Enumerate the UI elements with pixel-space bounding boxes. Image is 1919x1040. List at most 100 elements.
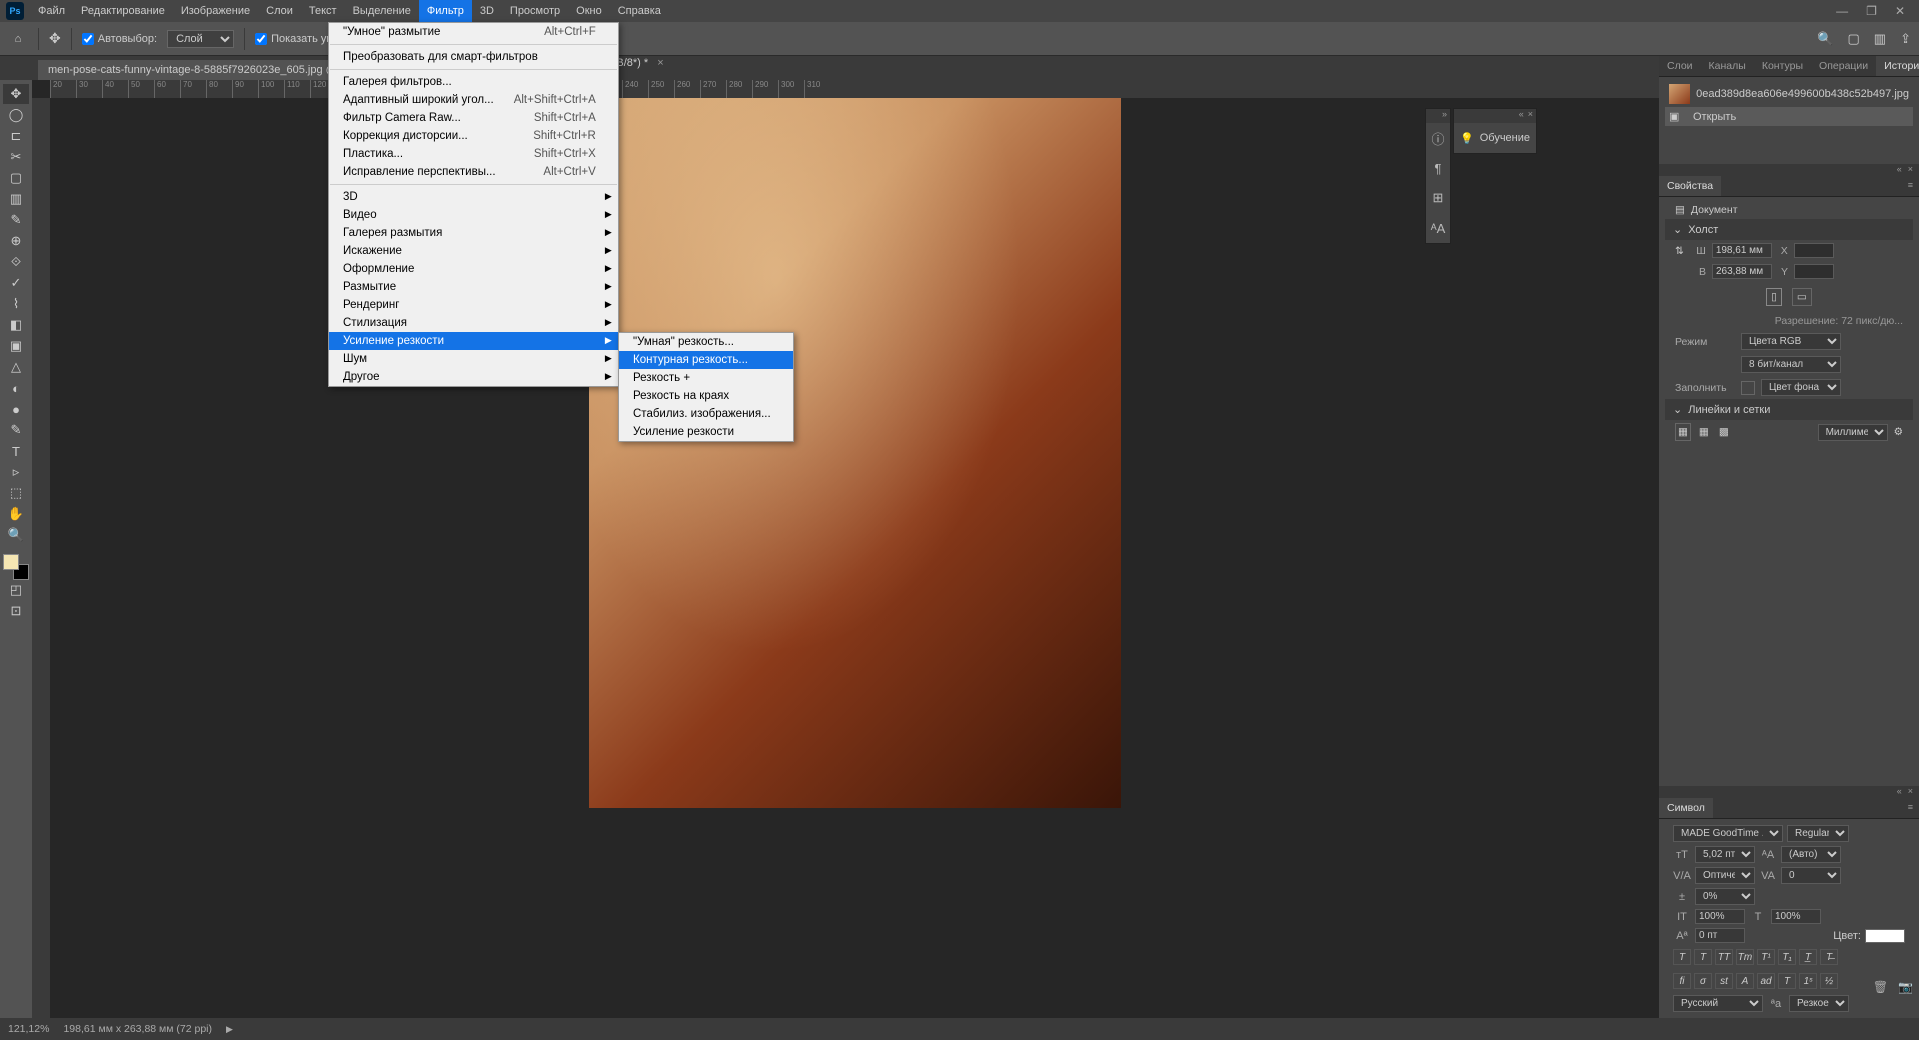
close-icon[interactable]: × (1908, 786, 1913, 798)
depth-select[interactable]: 8 бит/канал (1741, 356, 1841, 373)
menu-item[interactable]: Пластика...Shift+Ctrl+X (329, 145, 618, 163)
guides-section[interactable]: ⌄Линейки и сетки (1665, 399, 1913, 420)
autoselect-checkbox[interactable]: Автовыбор: (82, 33, 157, 45)
font-family[interactable]: MADE GoodTime ... (1673, 825, 1783, 842)
units-select[interactable]: Миллиме... (1818, 424, 1888, 441)
history-source[interactable]: 0ead389d8ea606e499600b438c52b497.jpg (1665, 81, 1913, 107)
menu-item[interactable]: Видео▶ (329, 206, 618, 224)
menu-файл[interactable]: Файл (30, 0, 73, 22)
tool-19[interactable]: ⬚ (3, 483, 29, 503)
submenu-item[interactable]: Стабилиз. изображения... (619, 405, 793, 423)
menu-item[interactable]: Преобразовать для смарт-фильтров (329, 48, 618, 66)
caps-btn[interactable]: TT (1715, 949, 1733, 965)
tool-1[interactable]: ◯ (3, 105, 29, 125)
menu-item[interactable]: "Умное" размытиеAlt+Ctrl+F (329, 23, 618, 41)
menu-item[interactable]: Коррекция дисторсии...Shift+Ctrl+R (329, 127, 618, 145)
panel-tab-История[interactable]: История (1876, 56, 1919, 76)
tool-13[interactable]: △ (3, 357, 29, 377)
zoom-level[interactable]: 121,12% (8, 1023, 49, 1035)
menu-item[interactable]: Размытие▶ (329, 278, 618, 296)
lang-select[interactable]: Русский (1673, 995, 1763, 1012)
menu-item[interactable]: 3D▶ (329, 188, 618, 206)
width-input[interactable] (1712, 243, 1772, 258)
menu-слои[interactable]: Слои (258, 0, 301, 22)
menu-item[interactable]: Усиление резкости▶ (329, 332, 618, 350)
vscale[interactable] (1695, 909, 1745, 924)
italic-btn[interactable]: T (1694, 949, 1712, 965)
menu-item[interactable]: Фильтр Camera Raw...Shift+Ctrl+A (329, 109, 618, 127)
menu-справка[interactable]: Справка (610, 0, 669, 22)
pixel-grid-icon[interactable]: ▩ (1717, 424, 1731, 440)
menu-item[interactable]: Шум▶ (329, 350, 618, 368)
menu-редактирование[interactable]: Редактирование (73, 0, 173, 22)
gear-icon[interactable]: ⚙ (1894, 426, 1903, 438)
tool-6[interactable]: ✎ (3, 210, 29, 230)
menu-item[interactable]: Другое▶ (329, 368, 618, 386)
tool-8[interactable]: ⟐ (3, 252, 29, 272)
info-icon[interactable]: ⓘ (1426, 123, 1450, 153)
color-swatches[interactable] (3, 554, 29, 580)
minimize-icon[interactable]: — (1836, 4, 1848, 18)
smallcaps-btn[interactable]: Tт (1736, 949, 1754, 965)
menu-изображение[interactable]: Изображение (173, 0, 258, 22)
bold-btn[interactable]: T (1673, 949, 1691, 965)
arrange-icon[interactable]: ▢ (1848, 31, 1860, 47)
submenu-item[interactable]: Резкость + (619, 369, 793, 387)
baseline[interactable] (1695, 928, 1745, 943)
tracking[interactable]: Оптически ... (1695, 867, 1755, 884)
home-icon[interactable]: ⌂ (8, 29, 28, 49)
tool-17[interactable]: T (3, 441, 29, 461)
menu-item[interactable]: Стилизация▶ (329, 314, 618, 332)
canvas-area[interactable] (50, 98, 1659, 1018)
menu-выделение[interactable]: Выделение (345, 0, 419, 22)
tool-21[interactable]: 🔍 (3, 525, 29, 545)
submenu-item[interactable]: "Умная" резкость... (619, 333, 793, 351)
paragraph-icon[interactable]: ¶ (1426, 153, 1450, 183)
panel-tab-Каналы[interactable]: Каналы (1701, 56, 1754, 76)
collapse-icon[interactable]: « (1897, 164, 1902, 176)
menu-item[interactable]: Исправление перспективы...Alt+Ctrl+V (329, 163, 618, 181)
menu-просмотр[interactable]: Просмотр (502, 0, 568, 22)
panel-tab-Операции[interactable]: Операции (1811, 56, 1876, 76)
font-size[interactable]: 5,02 пт (1695, 846, 1755, 863)
grid-icon[interactable]: ▦ (1697, 424, 1711, 440)
menu-item[interactable]: Галерея фильтров... (329, 73, 618, 91)
tool-15[interactable]: ● (3, 399, 29, 419)
workspace-icon[interactable]: ▥ (1874, 31, 1886, 47)
submenu-item[interactable]: Резкость на краях (619, 387, 793, 405)
hscale[interactable] (1771, 909, 1821, 924)
canvas-section[interactable]: ⌄Холст (1665, 219, 1913, 240)
submenu-item[interactable]: Контурная резкость... (619, 351, 793, 369)
status-arrow-icon[interactable]: ▶ (226, 1024, 233, 1035)
menu-item[interactable]: Галерея размытия▶ (329, 224, 618, 242)
tool-0[interactable]: ✥ (3, 84, 29, 104)
tab-close-icon[interactable]: × (657, 57, 663, 69)
font-style[interactable]: Regular (1787, 825, 1849, 842)
panel-menu-icon[interactable]: ≡ (1902, 798, 1919, 818)
menu-3d[interactable]: 3D (472, 0, 502, 22)
autoselect-target[interactable]: Слой (167, 30, 234, 48)
guides-icon[interactable]: ▦ (1675, 423, 1691, 441)
trash-icon[interactable]: 🗑 (1873, 980, 1888, 994)
tool-12[interactable]: ▣ (3, 336, 29, 356)
tool-20[interactable]: ✋ (3, 504, 29, 524)
snapshot-icon[interactable]: 📷 (1898, 980, 1913, 994)
mode-select[interactable]: Цвета RGB (1741, 333, 1841, 350)
link-icon[interactable]: ⇅ (1675, 245, 1684, 257)
sub-btn[interactable]: T₁ (1778, 949, 1796, 965)
tool-18[interactable]: ▹ (3, 462, 29, 482)
screenmode-icon[interactable]: ⊡ (3, 601, 29, 621)
learn-row[interactable]: 💡Обучение (1454, 123, 1536, 153)
y-input[interactable] (1794, 264, 1834, 279)
tool-11[interactable]: ◧ (3, 315, 29, 335)
tool-3[interactable]: ✂ (3, 147, 29, 167)
leading[interactable]: (Авто) (1781, 846, 1841, 863)
submenu-item[interactable]: Усиление резкости (619, 423, 793, 441)
close-icon[interactable]: × (1528, 109, 1533, 123)
strike-btn[interactable]: T̶ (1820, 949, 1838, 965)
menu-фильтр[interactable]: Фильтр (419, 0, 472, 22)
landscape-icon[interactable]: ▭ (1792, 288, 1812, 306)
quickmask-icon[interactable]: ◰ (3, 580, 29, 600)
collapse-icon[interactable]: « (1519, 109, 1524, 123)
menu-item[interactable]: Искажение▶ (329, 242, 618, 260)
